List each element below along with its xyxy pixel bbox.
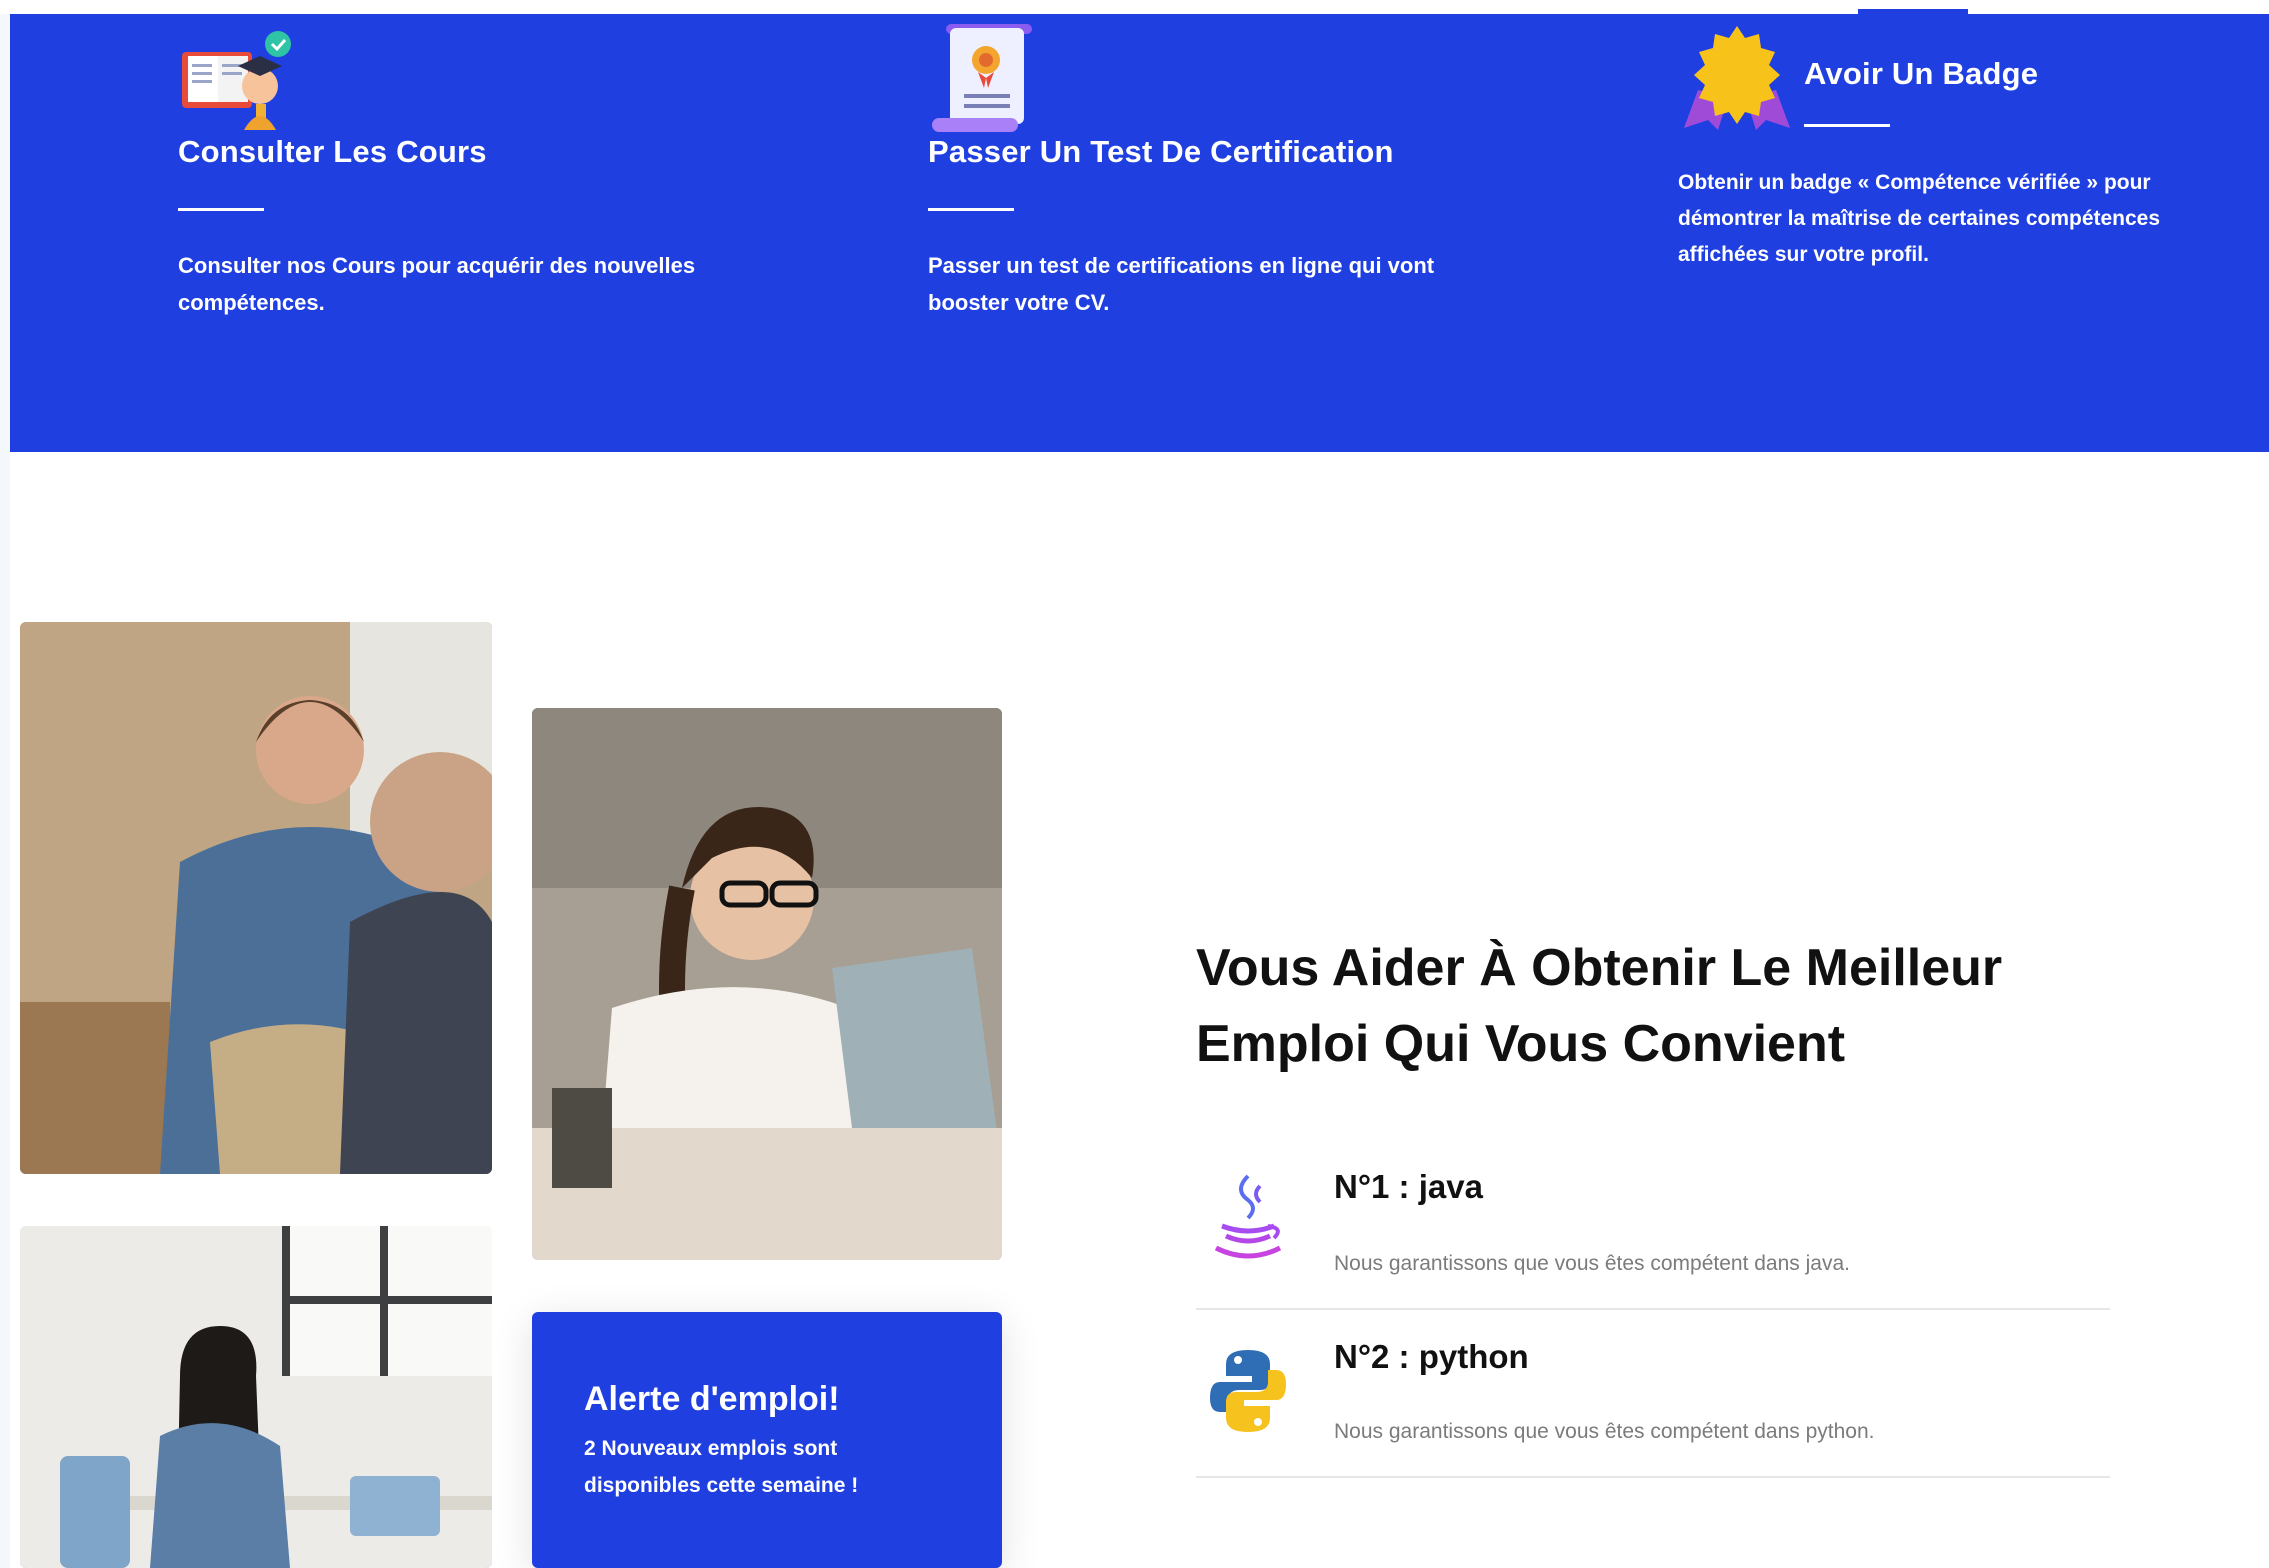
- photo-men-discussing: [20, 622, 492, 1174]
- feature-underline: [178, 208, 264, 211]
- skill-description: Nous garantissons que vous êtes compéten…: [1334, 1252, 1850, 1275]
- skill-item-python: N°2 : python Nous garantissons que vous …: [1196, 1330, 2110, 1480]
- feature-description: Consulter nos Cours pour acquérir des no…: [178, 253, 696, 315]
- top-nav-strip: [0, 0, 2269, 14]
- feature-underline: [1804, 124, 1890, 127]
- feature-title: Consulter Les Cours: [178, 134, 487, 169]
- certificate-icon: [928, 20, 1046, 138]
- java-icon: [1208, 1172, 1288, 1262]
- feature-description: Obtenir un badge « Compétence vérifiée »…: [1678, 171, 2161, 266]
- skill-title: N°2 : python: [1334, 1338, 1529, 1375]
- divider: [1196, 1308, 2110, 1310]
- feature-certification: Passer Un Test De Certification Passer u…: [928, 134, 1488, 321]
- feature-underline: [928, 208, 1014, 211]
- page-left-edge: [0, 0, 10, 1568]
- feature-description: Passer un test de certifications en lign…: [928, 253, 1435, 315]
- feature-courses: Consulter Les Cours Consulter nos Cours …: [178, 134, 738, 321]
- photo-woman-laptop: [532, 708, 1002, 1260]
- section-title: Vous Aider À Obtenir Le Meilleur Emploi …: [1196, 939, 2003, 1073]
- divider: [1196, 1476, 2110, 1478]
- courses-icon: [180, 26, 300, 132]
- feature-title: Passer Un Test De Certification: [928, 134, 1394, 169]
- skill-description: Nous garantissons que vous êtes compéten…: [1334, 1420, 1875, 1443]
- job-alert-text: 2 Nouveaux emplois sont disponibles cett…: [584, 1437, 859, 1497]
- job-alert-title: Alerte d'emploi!: [584, 1380, 840, 1418]
- photo-woman-studying: [20, 1226, 492, 1568]
- python-icon: [1208, 1346, 1288, 1436]
- skill-title: N°1 : java: [1334, 1168, 1483, 1205]
- skill-item-java: N°1 : java Nous garantissons que vous êt…: [1196, 1160, 2110, 1310]
- feature-title: Avoir Un Badge: [1804, 56, 2039, 91]
- job-alert-card[interactable]: Alerte d'emploi! 2 Nouveaux emplois sont…: [532, 1312, 1002, 1568]
- feature-badge: Avoir Un Badge Obtenir un badge « Compét…: [1678, 52, 2198, 273]
